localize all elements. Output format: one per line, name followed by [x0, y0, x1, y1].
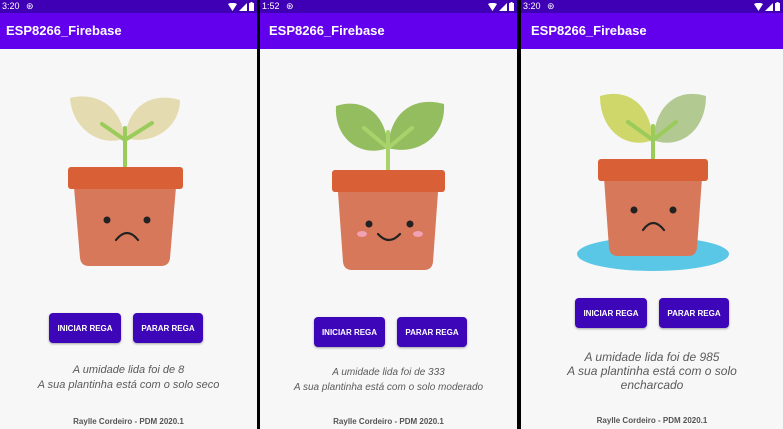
footer-credit: Raylle Cordeiro - PDM 2020.1	[333, 417, 444, 426]
battery-icon	[249, 2, 254, 11]
phone-screen-3: 3:20 ⊛ ESP8266_Firebase INICIAR REGA PAR…	[521, 0, 783, 429]
phone-screen-1: 3:20 ⊛ ESP8266_Firebase INICIAR REGA PAR…	[0, 0, 257, 429]
app-bar: ESP8266_Firebase	[260, 13, 517, 49]
blush-left	[357, 231, 367, 237]
sad-dry-plant-illustration	[68, 96, 183, 266]
signal-icon	[765, 2, 773, 11]
humidity-text: A umidade lida foi de 8	[72, 364, 185, 376]
pot-body	[338, 192, 438, 270]
stop-watering-button[interactable]: PARAR REGA	[133, 313, 203, 343]
eye-left	[630, 206, 638, 214]
footer-credit: Raylle Cordeiro - PDM 2020.1	[596, 416, 708, 425]
phone-screen-2: 1:52 ⊛ ESP8266_Firebase INICIAR REGA PAR…	[260, 0, 517, 429]
sync-icon: ⊛	[286, 1, 294, 11]
stem	[100, 121, 154, 170]
blush-right	[413, 231, 423, 237]
wifi-icon	[754, 2, 763, 11]
eye-right	[406, 220, 414, 228]
status-bar: 3:20 ⊛	[0, 0, 257, 13]
footer-credit: Raylle Cordeiro - PDM 2020.1	[73, 417, 184, 426]
pot-rim	[68, 167, 183, 189]
wifi-icon	[488, 2, 497, 11]
start-watering-button[interactable]: INICIAR REGA	[49, 313, 121, 343]
status-bar: 3:20 ⊛	[521, 0, 783, 13]
sync-icon: ⊛	[547, 1, 555, 11]
soil-status-text: A sua plantinha está com o solo seco	[37, 379, 220, 391]
pot-rim	[332, 170, 445, 192]
app-title: ESP8266_Firebase	[269, 23, 385, 38]
humidity-text: A umidade lida foi de 985	[584, 350, 720, 364]
signal-icon	[499, 2, 507, 11]
stop-watering-button[interactable]: PARAR REGA	[397, 317, 467, 347]
app-bar: ESP8266_Firebase	[0, 13, 257, 49]
wifi-icon	[228, 2, 237, 11]
app-title: ESP8266_Firebase	[531, 23, 647, 38]
status-time: 3:20	[523, 1, 541, 11]
soil-status-text: A sua plantinha está com o solo moderado	[293, 382, 484, 393]
pot-rim	[598, 159, 708, 181]
status-bar: 1:52 ⊛	[260, 0, 517, 13]
start-watering-button[interactable]: INICIAR REGA	[314, 317, 385, 347]
pot-body	[74, 187, 176, 266]
happy-plant-illustration	[332, 101, 445, 270]
battery-icon	[509, 2, 514, 11]
humidity-text: A umidade lida foi de 333	[332, 367, 445, 378]
sync-icon: ⊛	[26, 1, 34, 11]
eye-right	[143, 216, 151, 224]
stop-watering-button[interactable]: PARAR REGA	[659, 298, 729, 328]
start-watering-button[interactable]: INICIAR REGA	[575, 298, 647, 328]
eye-right	[669, 206, 677, 214]
pot-body	[604, 178, 702, 256]
app-bar: ESP8266_Firebase	[521, 13, 783, 49]
signal-icon	[239, 2, 247, 11]
soil-status-text: A sua plantinha está com o solo encharca…	[567, 364, 737, 392]
status-time: 3:20	[2, 1, 20, 11]
app-title: ESP8266_Firebase	[6, 23, 122, 38]
battery-icon	[775, 2, 780, 11]
status-time: 1:52	[262, 1, 280, 11]
sad-overwatered-plant-illustration	[577, 93, 729, 271]
eye-left	[365, 220, 373, 228]
eye-left	[103, 216, 111, 224]
